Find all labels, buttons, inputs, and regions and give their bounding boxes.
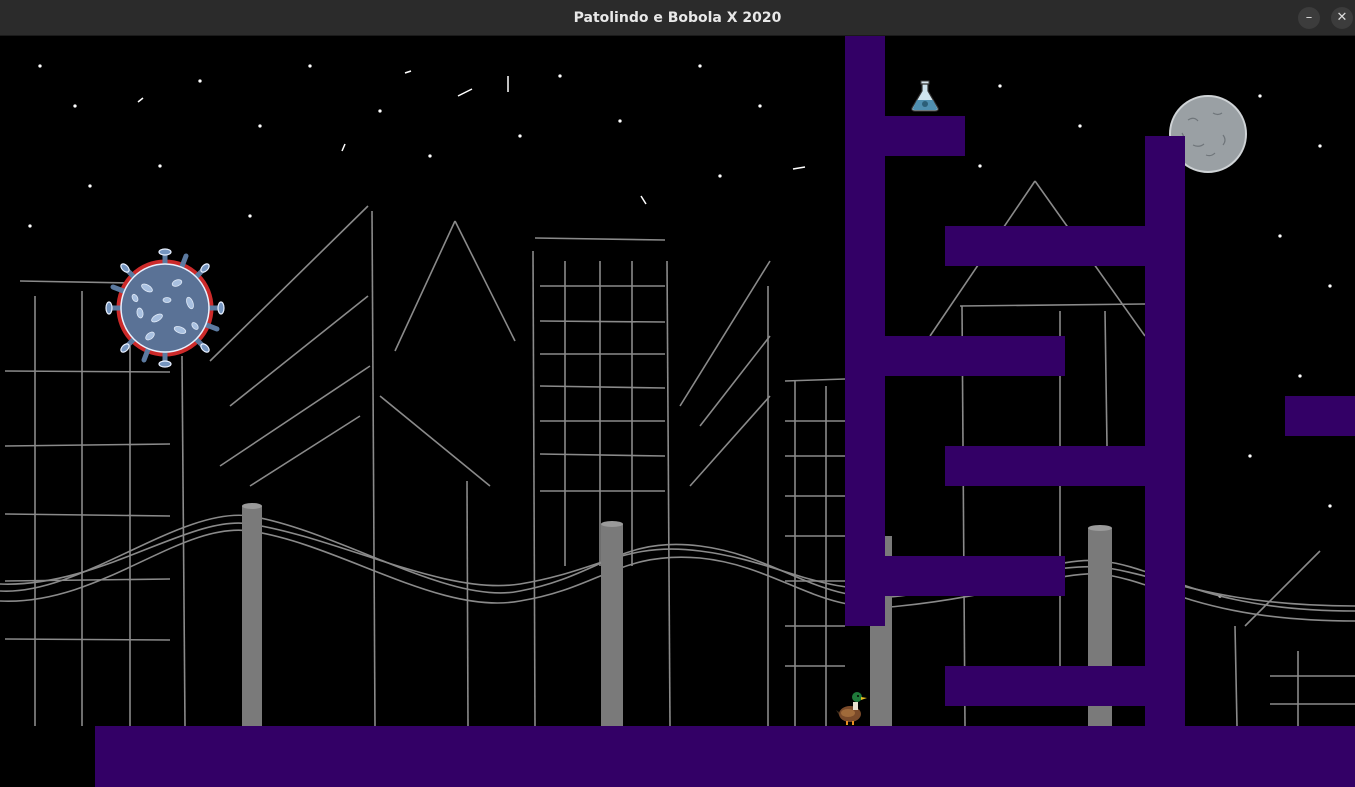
- ledge-top: [885, 116, 965, 156]
- ledge-4: [945, 446, 1145, 486]
- close-button[interactable]: ✕: [1331, 7, 1353, 29]
- potion-flask-sprite: [911, 80, 939, 112]
- close-icon: ✕: [1336, 10, 1348, 25]
- window-title: Patolindo e Bobola X 2020: [573, 10, 782, 26]
- ledge-5: [885, 556, 1065, 596]
- ledge-3: [885, 336, 1065, 376]
- tower-left-wall: [845, 36, 885, 626]
- floating-platform-right: [1285, 396, 1355, 436]
- coronavirus-enemy-sprite: [105, 248, 225, 368]
- minimize-icon: –: [1305, 10, 1313, 25]
- ledge-6: [945, 666, 1145, 706]
- window-titlebar: Patolindo e Bobola X 2020 – ✕: [0, 0, 1355, 36]
- tower-right-wall: [1145, 136, 1185, 726]
- ledge-2: [945, 226, 1145, 266]
- ground-platform: [95, 726, 1355, 787]
- minimize-button[interactable]: –: [1298, 7, 1320, 29]
- duck-player-sprite[interactable]: [836, 690, 868, 726]
- game-canvas[interactable]: [0, 36, 1355, 787]
